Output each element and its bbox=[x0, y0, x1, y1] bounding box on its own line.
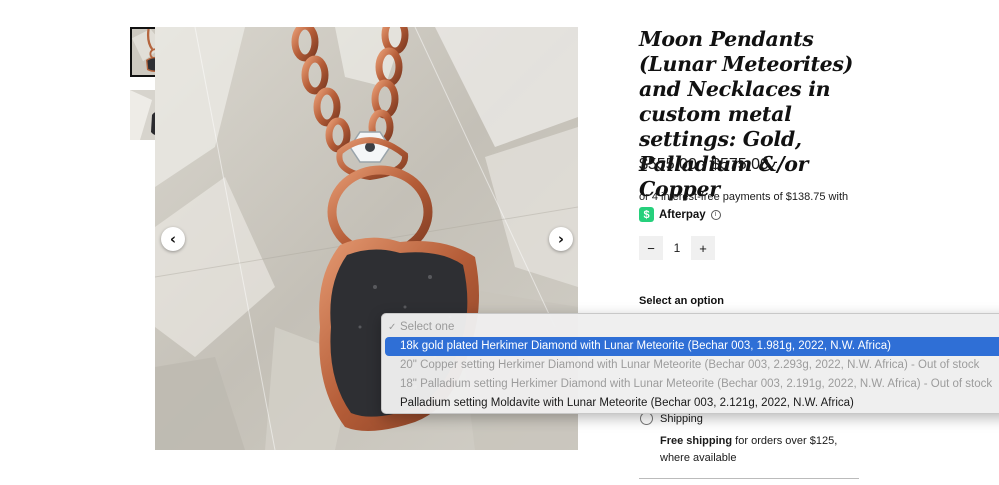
afterpay-row: $ Afterpay i bbox=[639, 207, 721, 222]
quantity-increase-button[interactable]: + bbox=[691, 236, 715, 260]
option-label: Select an option bbox=[639, 295, 724, 307]
product-title: Moon Pendants (Lunar Meteorites) and Nec… bbox=[639, 27, 854, 201]
prev-image-button[interactable]: ‹ bbox=[161, 227, 185, 251]
chevron-right-icon: › bbox=[557, 229, 565, 248]
afterpay-label: Afterpay bbox=[659, 208, 706, 221]
chevron-left-icon: ‹ bbox=[169, 229, 177, 248]
placeholder-label: Select one bbox=[400, 321, 455, 333]
quantity-value[interactable]: 1 bbox=[663, 241, 691, 255]
shipping-description: Free shipping for orders over $125, wher… bbox=[660, 433, 865, 467]
dropdown-option-gold-herkimer[interactable]: 18k gold plated Herkimer Diamond with Lu… bbox=[385, 337, 999, 356]
dropdown-option-placeholder[interactable]: ✓ Select one bbox=[382, 318, 999, 337]
option-dropdown[interactable]: ✓ Select one 18k gold plated Herkimer Dia… bbox=[381, 313, 999, 414]
product-price: $555.00 - $575.00 bbox=[639, 156, 769, 173]
checkmark-icon: ✓ bbox=[388, 322, 397, 333]
dropdown-option-palladium-moldavite[interactable]: Palladium setting Moldavite with Lunar M… bbox=[382, 394, 999, 413]
afterpay-icon: $ bbox=[639, 207, 654, 222]
dropdown-option-palladium-herkimer[interactable]: 18" Palladium setting Herkimer Diamond w… bbox=[382, 375, 999, 394]
divider bbox=[639, 478, 859, 479]
quantity-stepper: − 1 + bbox=[639, 236, 715, 260]
dropdown-option-copper-herkimer[interactable]: 20" Copper setting Herkimer Diamond with… bbox=[382, 356, 999, 375]
info-icon[interactable]: i bbox=[710, 209, 721, 220]
installments-text: or 4 interest-free payments of $138.75 w… bbox=[639, 191, 849, 203]
quantity-decrease-button[interactable]: − bbox=[639, 236, 663, 260]
shipping-label: Shipping bbox=[660, 413, 703, 425]
next-image-button[interactable]: › bbox=[549, 227, 573, 251]
free-shipping-label: Free shipping bbox=[660, 435, 733, 447]
